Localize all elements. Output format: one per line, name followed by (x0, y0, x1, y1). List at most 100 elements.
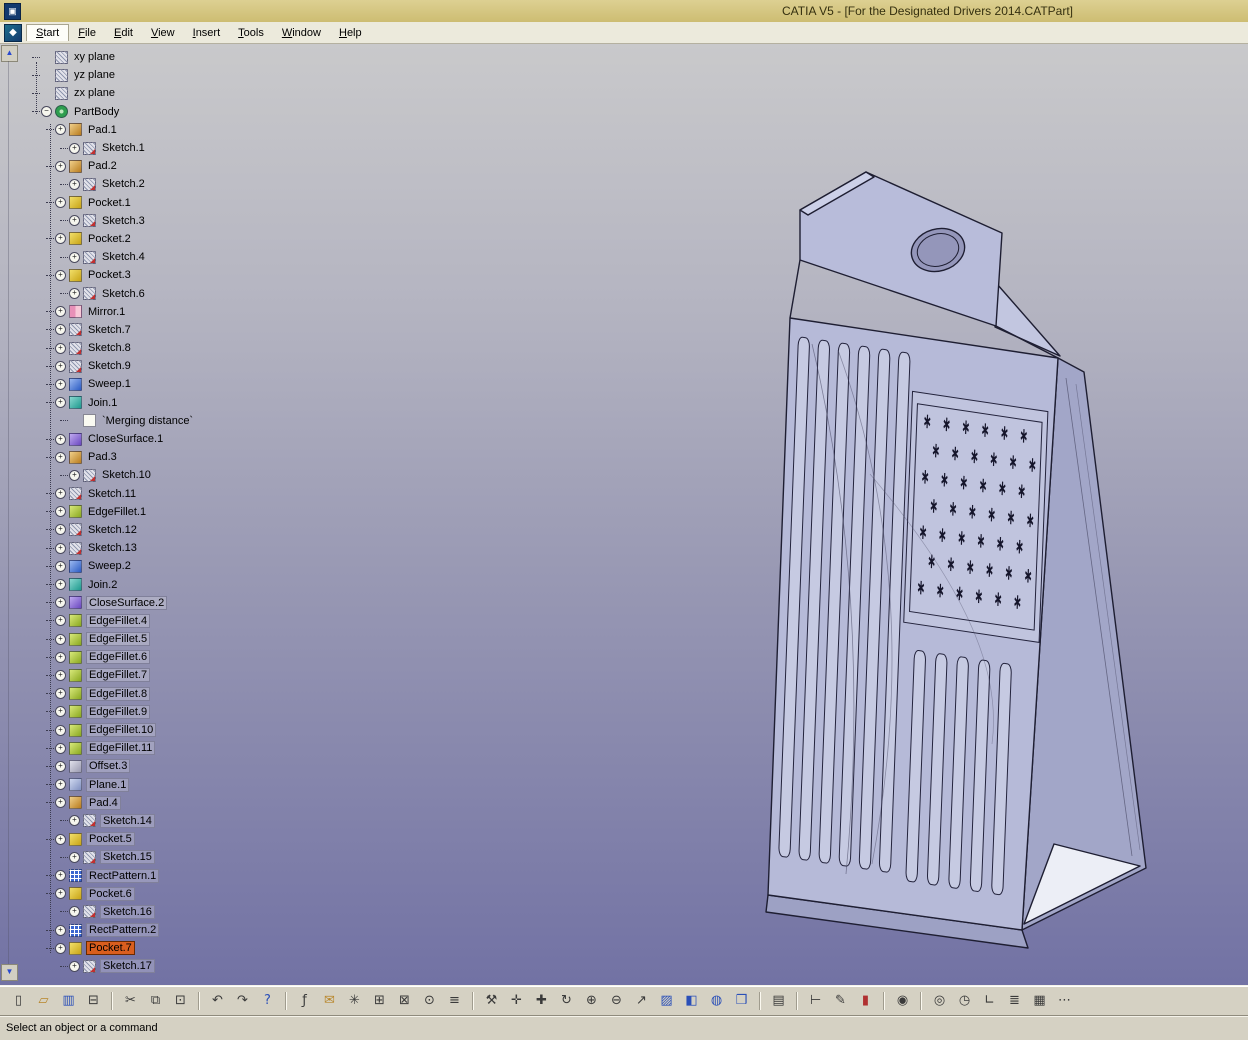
expand-toggle-icon[interactable]: + (55, 833, 66, 845)
expand-toggle-icon[interactable]: + (69, 469, 80, 481)
new-document-icon[interactable]: ▯ (8, 990, 29, 1011)
expand-toggle-icon[interactable]: + (69, 251, 80, 263)
tree-item[interactable]: + Sketch.3 (60, 212, 195, 230)
expand-toggle-icon[interactable]: + (55, 378, 66, 390)
tree-item-label[interactable]: CloseSurface.2 (86, 595, 168, 610)
tree-item[interactable]: − PartBody (32, 103, 195, 121)
tree-item[interactable]: + Sketch.9 (46, 357, 195, 375)
expand-toggle-icon[interactable]: + (55, 397, 66, 409)
tree-item[interactable]: + EdgeFillet.5 (46, 630, 195, 648)
menu-item-start[interactable]: Start (26, 24, 70, 41)
tree-item[interactable]: + EdgeFillet.1 (46, 503, 195, 521)
tree-item-label[interactable]: Pad.1 (86, 124, 119, 136)
expand-toggle-icon[interactable]: + (55, 742, 66, 754)
tree-item-label[interactable]: Pocket.2 (86, 233, 133, 245)
tree-item-label[interactable]: Sweep.1 (86, 378, 133, 390)
expand-toggle-icon[interactable]: + (55, 651, 66, 663)
tree-item-label[interactable]: Sketch.1 (100, 142, 147, 154)
redo-icon[interactable]: ↷ (232, 990, 253, 1011)
tree-item[interactable]: + Sweep.1 (46, 375, 195, 393)
menu-item-file[interactable]: File (69, 25, 105, 41)
knowledge-icon[interactable]: ✳ (344, 990, 365, 1011)
tree-item[interactable]: + Sketch.7 (46, 321, 195, 339)
tree-item-label[interactable]: `Merging distance` (100, 415, 195, 427)
expand-toggle-icon[interactable]: + (55, 524, 66, 536)
expand-toggle-icon[interactable]: + (55, 633, 66, 645)
tree-item[interactable]: + Sketch.1 (60, 139, 195, 157)
tree-item[interactable]: + Sketch.8 (46, 339, 195, 357)
tree-item[interactable]: + Join.2 (46, 575, 195, 593)
tree-item[interactable]: zx plane (32, 84, 195, 102)
expand-toggle-icon[interactable]: + (55, 870, 66, 882)
expand-toggle-icon[interactable]: + (55, 233, 66, 245)
tree-item[interactable]: + Join.1 (46, 394, 195, 412)
design-table-icon[interactable]: ⊞ (369, 990, 390, 1011)
tree-item[interactable]: + Sketch.2 (60, 175, 195, 193)
expand-toggle-icon[interactable]: + (55, 342, 66, 354)
paste-icon[interactable]: ⊡ (170, 990, 191, 1011)
tree-item-label[interactable]: zx plane (72, 87, 117, 99)
expand-toggle-icon[interactable]: + (69, 142, 80, 154)
expand-toggle-icon[interactable]: + (55, 306, 66, 318)
axis-icon[interactable]: ∟ (979, 990, 1000, 1011)
sort-icon[interactable]: ≣ (1004, 990, 1025, 1011)
tree-item[interactable]: + Pocket.5 (46, 830, 195, 848)
tree-item[interactable]: + EdgeFillet.6 (46, 648, 195, 666)
grid-icon[interactable]: ▦ (1029, 990, 1050, 1011)
zoom-in-icon[interactable]: ⊕ (581, 990, 602, 1011)
cut-icon[interactable]: ✂ (120, 990, 141, 1011)
tree-item-label[interactable]: Sketch.9 (86, 360, 133, 372)
copy-icon[interactable]: ⧉ (145, 990, 166, 1011)
tree-item-label[interactable]: Sketch.10 (100, 469, 153, 481)
tree-item-label[interactable]: EdgeFillet.9 (86, 704, 151, 719)
lock-icon[interactable]: ⊙ (419, 990, 440, 1011)
tree-item[interactable]: + EdgeFillet.9 (46, 703, 195, 721)
expand-toggle-icon[interactable]: + (55, 579, 66, 591)
clock-icon[interactable]: ◷ (954, 990, 975, 1011)
render-style-icon[interactable]: ◍ (706, 990, 727, 1011)
expand-toggle-icon[interactable]: + (69, 906, 80, 918)
normal-view-icon[interactable]: ▨ (656, 990, 677, 1011)
tree-item-label[interactable]: Sketch.14 (100, 813, 155, 828)
expand-toggle-icon[interactable]: + (55, 706, 66, 718)
tree-item-label[interactable]: EdgeFillet.5 (86, 632, 151, 647)
expand-toggle-icon[interactable]: + (55, 688, 66, 700)
tree-item[interactable]: + Sketch.16 (60, 903, 195, 921)
specification-tree[interactable]: xy plane yz plane zx plane − PartBody + Pad.1 +… (20, 48, 195, 976)
tree-item-label[interactable]: Pad.3 (86, 451, 119, 463)
tree-item[interactable]: + Pad.1 (46, 121, 195, 139)
tree-item[interactable]: + Pad.2 (46, 157, 195, 175)
tree-item[interactable]: `Merging distance` (60, 412, 195, 430)
tree-item[interactable]: + Sketch.4 (60, 248, 195, 266)
tree-item-label[interactable]: Pocket.1 (86, 197, 133, 209)
wrench-icon[interactable]: ⚒ (481, 990, 502, 1011)
tree-item-label[interactable]: Join.1 (86, 397, 119, 409)
menu-item-view[interactable]: View (142, 25, 184, 41)
tree-item-label[interactable]: Sketch.3 (100, 215, 147, 227)
tree-item-label[interactable]: xy plane (72, 51, 117, 63)
tree-item[interactable]: + CloseSurface.1 (46, 430, 195, 448)
expand-toggle-icon[interactable]: + (55, 942, 66, 954)
expand-toggle-icon[interactable]: + (55, 160, 66, 172)
tree-item-label[interactable]: Pocket.3 (86, 269, 133, 281)
expand-toggle-icon[interactable]: + (69, 815, 80, 827)
help-icon[interactable]: ? (257, 990, 278, 1011)
expand-toggle-icon[interactable]: + (55, 197, 66, 209)
tree-item-label[interactable]: Join.2 (86, 579, 119, 591)
tree-item[interactable]: + Sketch.6 (60, 284, 195, 302)
tree-item-label[interactable]: Pocket.6 (86, 886, 135, 901)
options-icon[interactable]: ⋯ (1054, 990, 1075, 1011)
tree-item[interactable]: + Sketch.13 (46, 539, 195, 557)
formula-icon[interactable]: ƒ (294, 990, 315, 1011)
comment-icon[interactable]: ✉ (319, 990, 340, 1011)
multi-view-icon[interactable]: ❒ (731, 990, 752, 1011)
tree-item[interactable]: + Pad.3 (46, 448, 195, 466)
save-icon[interactable]: ▥ (58, 990, 79, 1011)
tree-item-label[interactable]: Pocket.7 (86, 941, 135, 956)
expand-toggle-icon[interactable]: + (55, 724, 66, 736)
tree-item[interactable]: + Sketch.14 (60, 812, 195, 830)
expand-toggle-icon[interactable]: + (55, 760, 66, 772)
tree-item[interactable]: yz plane (32, 66, 195, 84)
expand-toggle-icon[interactable]: + (55, 542, 66, 554)
tree-item-label[interactable]: EdgeFillet.1 (86, 506, 148, 518)
